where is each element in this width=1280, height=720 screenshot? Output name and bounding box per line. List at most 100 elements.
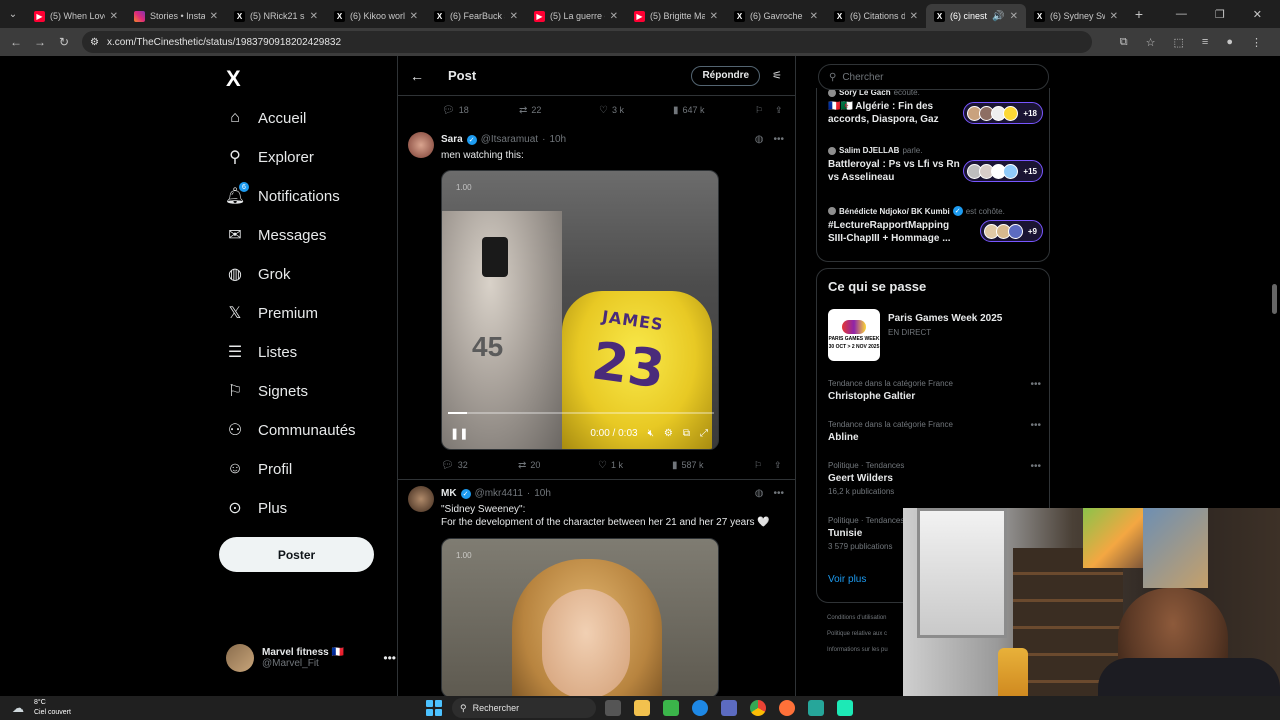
- reply-action[interactable]: 💬︎ 18: [442, 105, 519, 116]
- trend-item[interactable]: Tendance dans la catégorie France Christ…: [828, 379, 1043, 402]
- search-input[interactable]: ⚲ Chercher: [818, 64, 1049, 90]
- close-tab-icon[interactable]: ✕: [1010, 11, 1018, 22]
- views-action[interactable]: ▮ 587 k: [672, 460, 754, 471]
- footer-link[interactable]: Conditions d'utilisation: [827, 610, 888, 626]
- more-icon[interactable]: •••: [383, 651, 396, 665]
- close-tab-icon[interactable]: ✕: [810, 11, 818, 22]
- share-icon[interactable]: ⇪: [775, 105, 787, 116]
- weather-widget[interactable]: ☁ 8°C Ciel couvert: [12, 698, 71, 718]
- nav-item-messages[interactable]: ✉ Messages: [226, 223, 326, 247]
- tweet-time[interactable]: 10h: [534, 488, 551, 499]
- site-info-icon[interactable]: ⚙: [90, 37, 99, 48]
- like-action[interactable]: ♡ 1 k: [598, 460, 672, 471]
- like-action[interactable]: ♡ 3 k: [599, 105, 673, 116]
- more-icon[interactable]: •••: [773, 488, 784, 499]
- minimize-icon[interactable]: —: [1176, 8, 1187, 21]
- tweet-author-handle[interactable]: @Itsaramuat: [481, 134, 538, 145]
- space-item[interactable]: Bénédicte Ndjoko/ BK Kumbi ✓ est cohôte. #…: [828, 206, 1043, 245]
- browser-tab[interactable]: ▶ (5) La guerre c ✕: [526, 4, 626, 28]
- views-action[interactable]: ▮ 647 k: [673, 105, 755, 116]
- nav-item-bookmarks[interactable]: ⚐ Signets: [226, 379, 308, 403]
- browser-tab[interactable]: X (6) Sydney Swe ✕: [1026, 4, 1126, 28]
- tweet-time[interactable]: 10h: [549, 134, 566, 145]
- close-tab-icon[interactable]: ✕: [610, 11, 618, 22]
- nav-item-notifications[interactable]: 🔔︎ 6 Notifications: [225, 182, 340, 208]
- browser-tab[interactable]: Stories • Instag ✕: [126, 4, 226, 28]
- show-more-link[interactable]: Voir plus: [828, 574, 866, 585]
- post-button[interactable]: Poster: [219, 537, 374, 572]
- browser-menu-icon[interactable]: ⋮: [1251, 36, 1262, 49]
- star-bookmark-icon[interactable]: ☆: [1146, 36, 1156, 49]
- share-icon[interactable]: ⇪: [774, 460, 786, 471]
- video-player[interactable]: 1.00: [441, 538, 719, 696]
- event-item[interactable]: PARIS GAMES WEEK 30 OCT > 2 NOV 2025 Par…: [828, 309, 1002, 361]
- close-tab-icon[interactable]: ✕: [910, 11, 918, 22]
- settings-gear-icon[interactable]: ⚙: [664, 428, 673, 439]
- firefox-icon[interactable]: [779, 700, 795, 716]
- close-window-icon[interactable]: ✕: [1253, 8, 1262, 21]
- space-listeners-pill[interactable]: +9: [979, 220, 1043, 242]
- tweet-author-name[interactable]: MK: [441, 488, 457, 499]
- page-scrollbar[interactable]: [1272, 284, 1277, 314]
- close-tab-icon[interactable]: ✕: [210, 11, 218, 22]
- bookmark-icon[interactable]: ⚐: [755, 105, 775, 116]
- tweet[interactable]: MK ✓ @mkr4411 · 10h ◍ ••• "Sidney Sweeney…: [398, 480, 795, 696]
- tab-search-chevron-icon[interactable]: ⌄: [0, 0, 26, 28]
- more-icon[interactable]: •••: [1030, 461, 1041, 472]
- windows-start-icon[interactable]: [426, 700, 442, 716]
- bookmark-icon[interactable]: ⚐: [754, 460, 774, 471]
- grok-explain-icon[interactable]: ◍: [755, 134, 764, 145]
- browser-tab[interactable]: X (6) FearBuck s ✕: [426, 4, 526, 28]
- app-icon[interactable]: [837, 700, 853, 716]
- browser-tab[interactable]: X (6) Citations de ✕: [826, 4, 926, 28]
- fullscreen-icon[interactable]: ⤢: [700, 428, 708, 439]
- task-view-icon[interactable]: [605, 700, 621, 716]
- x-logo-icon[interactable]: X: [226, 66, 241, 92]
- nav-item-premium[interactable]: 𝕏 Premium: [226, 301, 318, 325]
- close-tab-icon[interactable]: ✕: [510, 11, 518, 22]
- video-player[interactable]: 45 JAMES 23 1.00 ❚❚ 0:00 / 0:03 🔇︎ ⚙ ⧉ ⤢: [441, 170, 719, 450]
- close-tab-icon[interactable]: ✕: [710, 11, 718, 22]
- app-icon[interactable]: [808, 700, 824, 716]
- retweet-action[interactable]: ⇄ 20: [518, 460, 598, 471]
- close-tab-icon[interactable]: ✕: [310, 11, 318, 22]
- space-listeners-pill[interactable]: +18: [963, 102, 1043, 124]
- reading-list-icon[interactable]: ≡: [1202, 36, 1208, 49]
- tweet-author-handle[interactable]: @mkr4411: [475, 488, 523, 499]
- nav-item-home[interactable]: ⌂ Accueil: [226, 106, 306, 130]
- footer-link[interactable]: Politique relative aux c: [827, 626, 888, 642]
- address-bar[interactable]: ⚙ x.com/TheCinesthetic/status/1983790918…: [82, 31, 1092, 53]
- nav-item-explore[interactable]: ⚲ Explorer: [226, 145, 314, 169]
- restore-icon[interactable]: ❐: [1215, 8, 1225, 21]
- taskbar-search[interactable]: ⚲ Rechercher: [452, 698, 596, 718]
- install-app-icon[interactable]: ⧉: [1120, 36, 1128, 49]
- picture-in-picture-icon[interactable]: ⧉: [683, 428, 690, 439]
- browser-tab-active[interactable]: X (6) cinesthe 🔊 ✕: [926, 4, 1026, 28]
- video-progress-bar[interactable]: [448, 412, 714, 414]
- tweet[interactable]: Sara ✓ @Itsaramuat · 10h ◍ ••• men watchi…: [398, 126, 795, 480]
- close-tab-icon[interactable]: ✕: [410, 11, 418, 22]
- space-listeners-pill[interactable]: +15: [963, 160, 1043, 182]
- pause-icon[interactable]: ❚❚: [450, 427, 468, 440]
- extensions-icon[interactable]: ⬚: [1174, 36, 1184, 49]
- nav-item-grok[interactable]: ◍ Grok: [226, 262, 291, 286]
- more-icon[interactable]: •••: [773, 134, 784, 145]
- chrome-icon[interactable]: [750, 700, 766, 716]
- account-switcher[interactable]: Marvel fitness 🇫🇷 @Marvel_Fit •••: [226, 642, 396, 674]
- edge-icon[interactable]: [692, 700, 708, 716]
- close-tab-icon[interactable]: ✕: [1110, 11, 1118, 22]
- nav-item-communities[interactable]: ⚇ Communautés: [226, 418, 356, 442]
- reply-action[interactable]: 💬︎ 32: [441, 460, 518, 471]
- trend-item[interactable]: Politique · Tendances Geert Wilders 16,2…: [828, 461, 1043, 496]
- reply-button[interactable]: Répondre: [691, 65, 761, 86]
- volume-muted-icon[interactable]: 🔇︎: [648, 428, 654, 439]
- new-tab-icon[interactable]: +: [1126, 6, 1152, 22]
- file-explorer-icon[interactable]: [634, 700, 650, 716]
- nav-item-more[interactable]: ⊙ Plus: [226, 496, 287, 520]
- space-item[interactable]: Sory Le Gach écoute. 🇫🇷🇩🇿 Algérie : Fin d…: [828, 88, 1043, 126]
- nvidia-icon[interactable]: [663, 700, 679, 716]
- more-icon[interactable]: •••: [1030, 420, 1041, 431]
- trend-item[interactable]: Tendance dans la catégorie France Abline…: [828, 420, 1043, 443]
- avatar[interactable]: [408, 132, 434, 158]
- back-icon[interactable]: ←: [4, 35, 28, 49]
